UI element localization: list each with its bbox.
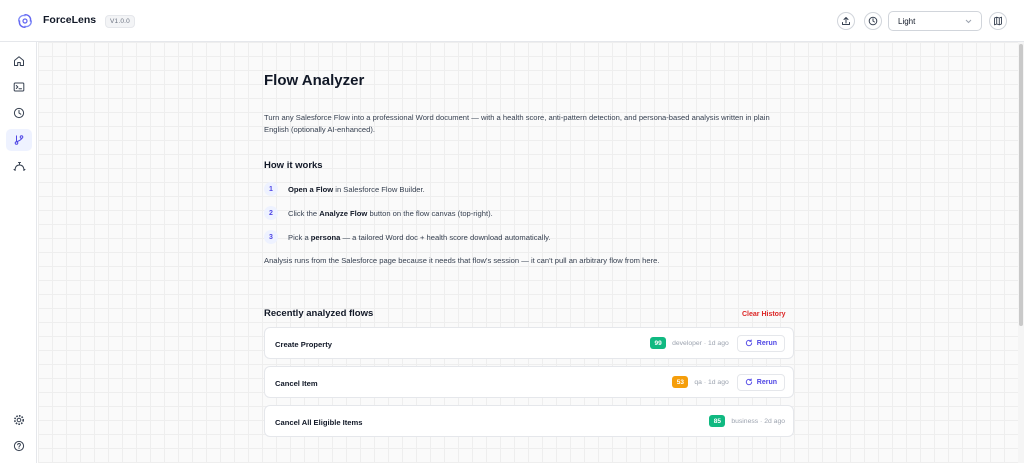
upload-icon <box>842 17 850 25</box>
step-text-bold: persona <box>310 232 341 242</box>
sidebar-item-home[interactable] <box>6 50 32 72</box>
flow-card[interactable]: Cancel Item 53 qa · 1d ago Rerun <box>264 366 794 398</box>
step-text-pre: Pick a <box>288 232 311 242</box>
sidebar-item-history[interactable] <box>6 102 32 124</box>
flow-meta: developer · 1d ago <box>672 339 729 347</box>
theme-select[interactable]: Light <box>888 11 982 31</box>
rerun-button[interactable]: Rerun <box>736 334 785 352</box>
gear-icon <box>14 415 24 425</box>
step-item: 2 Click the Analyze Flow button on the f… <box>264 206 493 220</box>
sidebar-item-console[interactable] <box>6 76 32 98</box>
forcelens-logo-icon <box>17 13 33 29</box>
step-text: Pick a persona — a tailored Word doc + h… <box>288 233 550 242</box>
step-item: 3 Pick a persona — a tailored Word doc +… <box>264 230 550 244</box>
app-name: ForceLens <box>43 14 97 26</box>
upload-button[interactable] <box>837 12 855 30</box>
refresh-icon <box>745 339 752 347</box>
sidebar-item-help[interactable] <box>6 435 32 457</box>
flow-meta-group: 53 qa · 1d ago Rerun <box>672 367 785 397</box>
step-text-post: button on the flow canvas (top-right). <box>367 208 493 218</box>
version-badge: V1.0.0 <box>105 15 135 28</box>
top-bar: ForceLens V1.0.0 Light <box>0 0 1024 42</box>
step-number: 3 <box>264 230 278 244</box>
flow-meta: business · 2d ago <box>731 417 785 425</box>
step-item: 1 Open a Flow in Salesforce Flow Builder… <box>264 182 425 196</box>
clock-icon <box>868 16 878 26</box>
step-text-bold: Analyze Flow <box>319 208 368 218</box>
clock-icon <box>13 107 25 119</box>
step-text-pre: Click the <box>288 208 320 218</box>
scrollbar-thumb[interactable] <box>1019 44 1023 326</box>
clear-history-button[interactable]: Clear History <box>742 311 786 318</box>
intro-text: Turn any Salesforce Flow into a professi… <box>264 113 770 134</box>
flow-card[interactable]: Create Property 99 developer · 1d ago Re… <box>264 327 794 359</box>
flow-name: Cancel Item <box>275 379 318 388</box>
docs-button[interactable] <box>989 12 1007 30</box>
history-button[interactable] <box>864 12 882 30</box>
health-score-badge: 53 <box>672 376 689 388</box>
main-content <box>38 42 1020 463</box>
rerun-button[interactable]: Rerun <box>736 373 785 391</box>
sidebar <box>0 42 37 463</box>
robot-icon <box>13 162 25 172</box>
git-branch-icon <box>14 135 24 145</box>
step-text-post: — a tailored Word doc + health score dow… <box>340 232 551 242</box>
home-icon <box>14 56 24 66</box>
flow-meta-group: 85 business · 2d ago <box>709 406 785 436</box>
refresh-icon <box>745 378 752 386</box>
sidebar-item-flows[interactable] <box>6 129 32 151</box>
flow-meta: qa · 1d ago <box>694 378 729 386</box>
step-number: 2 <box>264 206 278 220</box>
map-icon <box>994 16 1002 26</box>
flow-name: Cancel All Eligible Items <box>275 418 363 427</box>
sidebar-item-settings[interactable] <box>6 409 32 431</box>
terminal-icon <box>13 82 25 92</box>
page-title: Flow Analyzer <box>264 72 365 89</box>
how-it-works-heading: How it works <box>264 160 323 171</box>
step-number: 1 <box>264 182 278 196</box>
recent-flows-heading: Recently analyzed flows <box>264 308 374 319</box>
flow-meta-group: 99 developer · 1d ago Rerun <box>650 328 785 358</box>
chevron-down-icon <box>965 19 972 23</box>
health-score-badge: 85 <box>709 415 726 427</box>
health-score-badge: 99 <box>650 337 667 349</box>
step-text: Click the Analyze Flow button on the flo… <box>288 209 493 218</box>
help-icon <box>13 440 25 452</box>
sidebar-item-robot[interactable] <box>6 156 32 178</box>
analysis-note: Analysis runs from the Salesforce page b… <box>264 256 660 265</box>
step-text: Open a Flow in Salesforce Flow Builder. <box>288 185 425 194</box>
theme-select-value: Light <box>898 16 916 26</box>
rerun-label: Rerun <box>756 378 777 386</box>
flow-card[interactable]: Cancel All Eligible Items 85 business · … <box>264 405 794 437</box>
step-text-bold: Open a Flow <box>288 184 334 194</box>
rerun-label: Rerun <box>756 339 777 347</box>
step-text-post: in Salesforce Flow Builder. <box>333 184 425 194</box>
flow-name: Create Property <box>275 340 332 349</box>
